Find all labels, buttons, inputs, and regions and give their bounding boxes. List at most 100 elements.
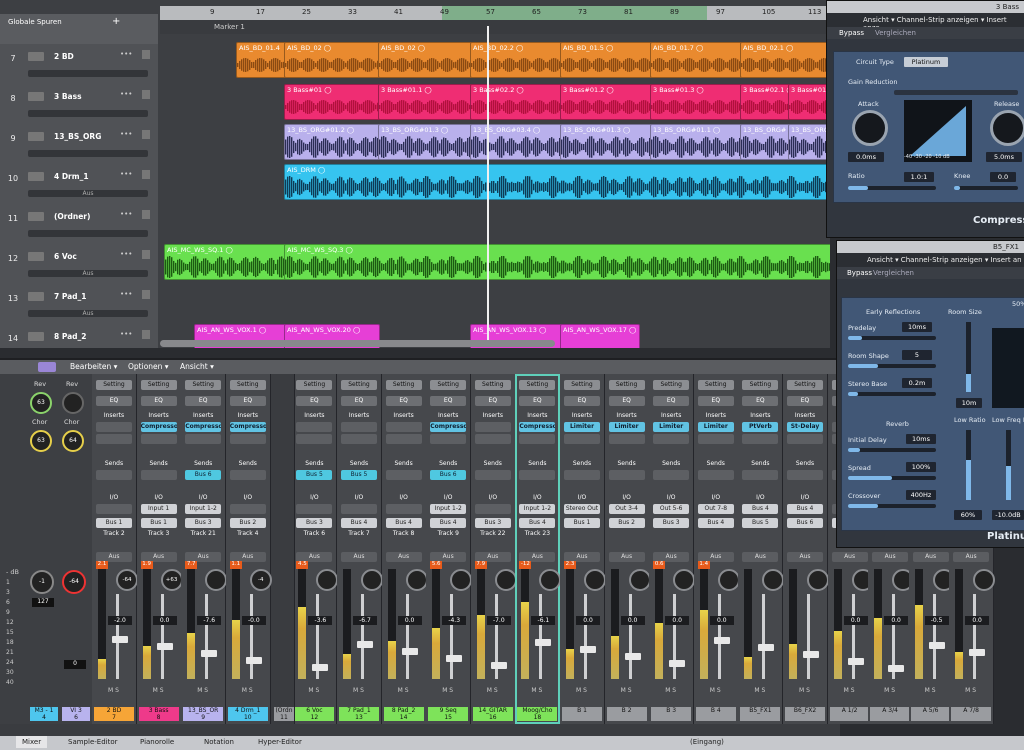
global-tracks-label[interactable]: Globale Spuren bbox=[8, 18, 62, 26]
pan-knob[interactable] bbox=[973, 569, 996, 591]
volume-fader-track[interactable] bbox=[932, 594, 936, 679]
rev-send-knob[interactable]: 63 bbox=[30, 392, 52, 414]
audio-region[interactable]: 13_BS_ORG#01.3 ◯ bbox=[560, 124, 652, 160]
playhead[interactable] bbox=[487, 26, 489, 346]
compressor-compare-button[interactable]: Vergleichen bbox=[875, 29, 916, 37]
mute-solo-buttons[interactable]: M S bbox=[844, 687, 855, 694]
mute-button[interactable]: M bbox=[531, 687, 536, 694]
input-slot[interactable]: Bus 4 bbox=[787, 504, 823, 514]
eq-button[interactable]: EQ bbox=[385, 396, 422, 406]
insert-slot[interactable]: Compresso bbox=[185, 422, 222, 432]
audio-region[interactable]: AIS_BD_02 ◯ bbox=[378, 42, 472, 78]
solo-button[interactable]: S bbox=[851, 687, 855, 694]
output-slot[interactable]: Bus 2 bbox=[608, 518, 645, 528]
strip-name[interactable]: 3 Bass 8 bbox=[138, 707, 179, 721]
insert-slot-empty[interactable] bbox=[140, 434, 177, 444]
output-slot[interactable]: Bus 3 bbox=[474, 518, 511, 528]
horizontal-scrollbar[interactable] bbox=[160, 340, 555, 347]
audio-region[interactable]: 3 Bass#01.4 ◯ bbox=[788, 84, 830, 120]
knee-slider[interactable] bbox=[954, 186, 1018, 190]
send-slot[interactable] bbox=[474, 470, 511, 480]
solo-button[interactable]: S bbox=[672, 687, 676, 694]
solo-button[interactable]: S bbox=[762, 687, 766, 694]
mute-button[interactable]: M bbox=[754, 687, 759, 694]
send-slot[interactable]: Bus 6 bbox=[430, 470, 467, 480]
track-name[interactable]: (Ordner) bbox=[54, 212, 90, 221]
send-slot[interactable] bbox=[229, 470, 266, 480]
input-slot[interactable] bbox=[474, 504, 511, 514]
track-options-icon[interactable]: ••• bbox=[120, 250, 132, 258]
send-slot[interactable] bbox=[96, 470, 132, 480]
audio-region[interactable]: AIS_MC_WS_SQ.3 ◯ bbox=[284, 244, 830, 280]
setting-button[interactable]: Setting bbox=[564, 380, 600, 390]
track-name[interactable]: 2 BD bbox=[54, 52, 74, 61]
setting-button[interactable]: Setting bbox=[608, 380, 645, 390]
input-slot[interactable] bbox=[96, 504, 132, 514]
attack-knob[interactable] bbox=[852, 110, 888, 146]
mute-button[interactable]: M bbox=[621, 687, 626, 694]
mute-solo-buttons[interactable]: M S bbox=[576, 687, 587, 694]
input-slot[interactable]: Out 5-6 bbox=[653, 504, 690, 514]
setting-button[interactable]: Setting bbox=[229, 380, 266, 390]
setting-button[interactable]: Setting bbox=[385, 380, 422, 390]
strip-name[interactable]: A 3/4 bbox=[870, 707, 911, 721]
input-slot[interactable]: Out 7-8 bbox=[697, 504, 734, 514]
strip-name[interactable]: B 3 bbox=[651, 707, 692, 721]
output-slot[interactable]: Bus 4 bbox=[341, 518, 377, 528]
insert-slot[interactable]: Compresso bbox=[140, 422, 177, 432]
audio-region[interactable]: AIS_BD_02.1 ◯ bbox=[740, 42, 830, 78]
mute-solo-buttons[interactable]: M S bbox=[242, 687, 253, 694]
pan-knob[interactable] bbox=[450, 569, 473, 591]
volume-fader-cap[interactable] bbox=[580, 646, 596, 653]
mute-button[interactable]: M bbox=[844, 687, 849, 694]
pan-knob[interactable] bbox=[205, 569, 228, 591]
tab-notation[interactable]: Notation bbox=[204, 738, 234, 746]
insert-slot[interactable]: PtVerb bbox=[742, 422, 779, 432]
eq-button[interactable]: EQ bbox=[140, 396, 177, 406]
solo-button[interactable]: S bbox=[628, 687, 632, 694]
strip-name[interactable]: B6_FX2 bbox=[785, 707, 825, 721]
input-slot[interactable]: Out 3-4 bbox=[608, 504, 645, 514]
pan-knob[interactable]: +63 bbox=[160, 569, 183, 591]
send-slot[interactable] bbox=[519, 470, 556, 480]
output-slot[interactable]: Bus 6 bbox=[787, 518, 823, 528]
track-name[interactable]: 13_BS_ORG bbox=[54, 132, 101, 141]
send-slot[interactable] bbox=[608, 470, 645, 480]
mute-button[interactable]: M bbox=[153, 687, 158, 694]
audio-region[interactable]: 13_BS_ORG#01.2 ◯ bbox=[284, 124, 380, 160]
solo-button[interactable]: S bbox=[539, 687, 543, 694]
input-slot[interactable]: Stereo Out bbox=[564, 504, 600, 514]
chor-send-knob-2[interactable]: 64 bbox=[62, 430, 84, 452]
mute-solo-buttons[interactable]: M S bbox=[925, 687, 936, 694]
volume-fader-track[interactable] bbox=[973, 594, 977, 679]
setting-button[interactable]: Setting bbox=[96, 380, 132, 390]
volume-fader-cap[interactable] bbox=[401, 648, 418, 655]
track-name[interactable]: 3 Bass bbox=[54, 92, 82, 101]
solo-button[interactable]: S bbox=[405, 687, 409, 694]
input-slot[interactable] bbox=[296, 504, 333, 514]
solo-button[interactable]: S bbox=[204, 687, 208, 694]
output-slot[interactable]: Bus 1 bbox=[564, 518, 600, 528]
automation-mode-button[interactable]: Aus bbox=[742, 552, 779, 562]
eq-button[interactable]: EQ bbox=[229, 396, 266, 406]
eq-button[interactable]: EQ bbox=[185, 396, 222, 406]
insert-slot-empty[interactable] bbox=[742, 434, 779, 444]
pan-knob[interactable] bbox=[316, 569, 339, 591]
reverb-bypass-button[interactable]: Bypass bbox=[847, 269, 872, 277]
mute-solo-buttons[interactable]: M S bbox=[710, 687, 721, 694]
automation-mode-button[interactable]: Aus bbox=[953, 552, 990, 562]
send-slot[interactable] bbox=[787, 470, 823, 480]
insert-slot[interactable]: Compresso bbox=[229, 422, 266, 432]
strip-name-m3[interactable]: M3 - 14 bbox=[30, 707, 58, 721]
mute-button[interactable]: M bbox=[799, 687, 804, 694]
track-header[interactable]: 14 8 Pad_2 ••• bbox=[0, 324, 158, 348]
input-slot[interactable] bbox=[341, 504, 377, 514]
setting-button[interactable]: Setting bbox=[430, 380, 467, 390]
crossover-slider[interactable] bbox=[848, 504, 936, 508]
volume-fader-cap[interactable] bbox=[201, 650, 218, 657]
track-options-icon[interactable]: ••• bbox=[120, 210, 132, 218]
eq-button[interactable]: EQ bbox=[653, 396, 690, 406]
pan-knob-vi3[interactable]: -64 bbox=[62, 570, 86, 594]
output-slot[interactable]: Bus 2 bbox=[229, 518, 266, 528]
strip-name[interactable]: B 2 bbox=[606, 707, 647, 721]
